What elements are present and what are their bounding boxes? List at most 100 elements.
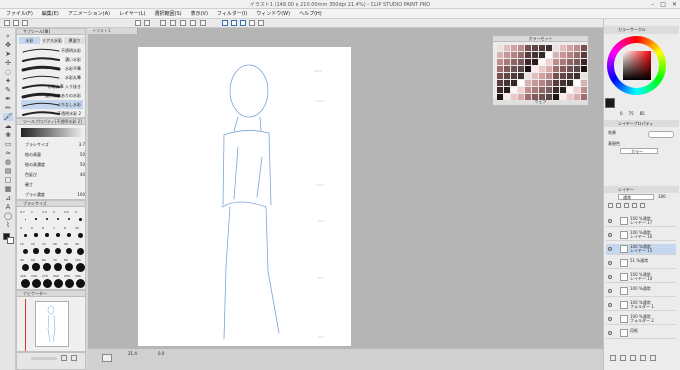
color-swatch[interactable] [581, 73, 587, 79]
color-swatch[interactable] [539, 87, 545, 93]
brush-item[interactable]: ふちなし水彩 [21, 100, 83, 109]
merge-layer-icon[interactable] [640, 355, 646, 361]
color-swatch[interactable] [546, 73, 552, 79]
color-swatch[interactable] [553, 94, 559, 100]
brush-size-option[interactable]: 100 [75, 258, 85, 273]
color-swatch[interactable] [560, 52, 566, 58]
eyedropper-icon[interactable]: ✎ [3, 86, 13, 94]
effect-toggle[interactable] [648, 131, 674, 138]
menu-view[interactable]: 表示(V) [191, 10, 208, 17]
minimize-button[interactable]: – [651, 1, 654, 8]
color-swatch[interactable] [560, 66, 566, 72]
figure-tool-icon[interactable]: □ [3, 176, 13, 184]
color-swatch[interactable] [574, 80, 580, 86]
color-swatch[interactable] [532, 52, 538, 58]
property-value[interactable]: 50 [65, 162, 85, 167]
brush-item[interactable]: 水彩丸筆 [21, 73, 83, 82]
color-swatch[interactable] [525, 87, 531, 93]
color-swatch[interactable] [532, 80, 538, 86]
brush-item[interactable]: 不透明水彩 [21, 46, 83, 55]
brush-size-option[interactable]: 30 [75, 242, 85, 257]
color-swatch[interactable] [546, 87, 552, 93]
color-swatch[interactable] [581, 66, 587, 72]
color-swatch[interactable] [581, 59, 587, 65]
redo-icon[interactable] [144, 20, 150, 26]
layer-row[interactable]: 100 %通常 レイヤー 14 [606, 272, 676, 283]
visibility-eye-icon[interactable] [608, 303, 612, 307]
color-swatch[interactable] [511, 52, 517, 58]
brush-size-option[interactable]: 1 [31, 210, 41, 225]
ruler-tool-icon[interactable]: ⊿ [3, 194, 13, 202]
color-swatch[interactable] [581, 45, 587, 51]
decoration-icon[interactable]: ❀ [3, 131, 13, 139]
color-swatch[interactable] [497, 52, 503, 58]
menu-file[interactable]: ファイル(F) [6, 10, 33, 17]
brush-size-option[interactable]: 1.5 [42, 210, 52, 225]
gradient-icon[interactable]: ▤ [3, 167, 13, 175]
color-swatch[interactable] [525, 59, 531, 65]
brush-size-option[interactable]: 20 [53, 242, 63, 257]
brush-size-option[interactable]: 7 [53, 226, 63, 241]
balloon-tool-icon[interactable]: ◯ [3, 212, 13, 220]
brush-size-option[interactable]: 150 [31, 274, 41, 289]
pencil-tool-icon[interactable]: ✏ [3, 104, 13, 112]
color-swatch[interactable] [546, 80, 552, 86]
operation-tool-icon[interactable]: ➤ [3, 50, 13, 58]
tab-watercolor[interactable]: 水彩 [19, 37, 40, 44]
brush-size-option[interactable]: 40 [20, 258, 30, 273]
brush-item[interactable]: 水彩丸筆 入り抜き [21, 82, 83, 91]
brush-size-option[interactable]: 80 [64, 258, 74, 273]
color-swatch[interactable] [497, 66, 503, 72]
color-swatch[interactable] [546, 52, 552, 58]
saturation-value-square[interactable] [623, 51, 651, 80]
color-swatch[interactable] [560, 73, 566, 79]
color-swatch[interactable] [581, 94, 587, 100]
color-swatch[interactable] [532, 45, 538, 51]
color-swatch[interactable] [553, 80, 559, 86]
color-swatch[interactable] [567, 94, 573, 100]
reference-icon[interactable] [624, 203, 629, 208]
delete-layer-icon[interactable] [650, 355, 656, 361]
expression-select[interactable]: カラー [620, 148, 658, 154]
color-swatch[interactable] [511, 73, 517, 79]
settings-icon[interactable] [249, 20, 255, 26]
eraser-icon[interactable]: ▭ [3, 140, 13, 148]
color-swatch[interactable] [574, 66, 580, 72]
color-swatch[interactable] [511, 80, 517, 86]
transform-icon[interactable] [170, 20, 176, 26]
color-swatch[interactable] [574, 52, 580, 58]
color-swatch[interactable] [581, 80, 587, 86]
open-file-icon[interactable] [13, 20, 19, 26]
layer-row[interactable]: 100 %通常 フォルダー 2 [606, 314, 676, 325]
color-swatch[interactable] [532, 87, 538, 93]
color-swatch[interactable] [518, 94, 524, 100]
layer-row[interactable]: 100 %通常 レイヤー 15 [606, 244, 676, 255]
color-swatch[interactable] [539, 66, 545, 72]
color-swatch[interactable] [511, 45, 517, 51]
color-swatch[interactable] [532, 59, 538, 65]
brush-size-option[interactable]: 170 [42, 274, 52, 289]
color-swatch[interactable] [497, 94, 503, 100]
color-swatch[interactable] [574, 45, 580, 51]
color-swatch[interactable] [546, 66, 552, 72]
color-swatch[interactable] [553, 52, 559, 58]
fill-tool-icon[interactable]: ◍ [3, 158, 13, 166]
move-layer-icon[interactable]: ✢ [3, 59, 13, 67]
color-swatch[interactable] [504, 52, 510, 58]
brush-size-option[interactable]: 60 [42, 258, 52, 273]
brush-size-option[interactable]: 4 [20, 226, 30, 241]
brush-size-option[interactable]: 3 [75, 210, 85, 225]
property-value[interactable]: 100 [65, 192, 85, 197]
color-swatch[interactable] [532, 94, 538, 100]
property-row[interactable]: ブラシサイズ 3.7 [19, 140, 85, 149]
color-swatch[interactable] [560, 80, 566, 86]
color-swatch[interactable] [511, 66, 517, 72]
tab-real-watercolor[interactable]: リアル水彩 [41, 37, 63, 44]
zoom-in-icon[interactable] [61, 355, 67, 361]
main-color-indicator[interactable] [605, 98, 615, 108]
brush-size-option[interactable]: 200 [53, 274, 63, 289]
visibility-eye-icon[interactable] [608, 261, 612, 265]
visibility-eye-icon[interactable] [608, 317, 612, 321]
color-swatch[interactable] [539, 59, 545, 65]
brush-size-option[interactable]: 0.7 [20, 210, 30, 225]
